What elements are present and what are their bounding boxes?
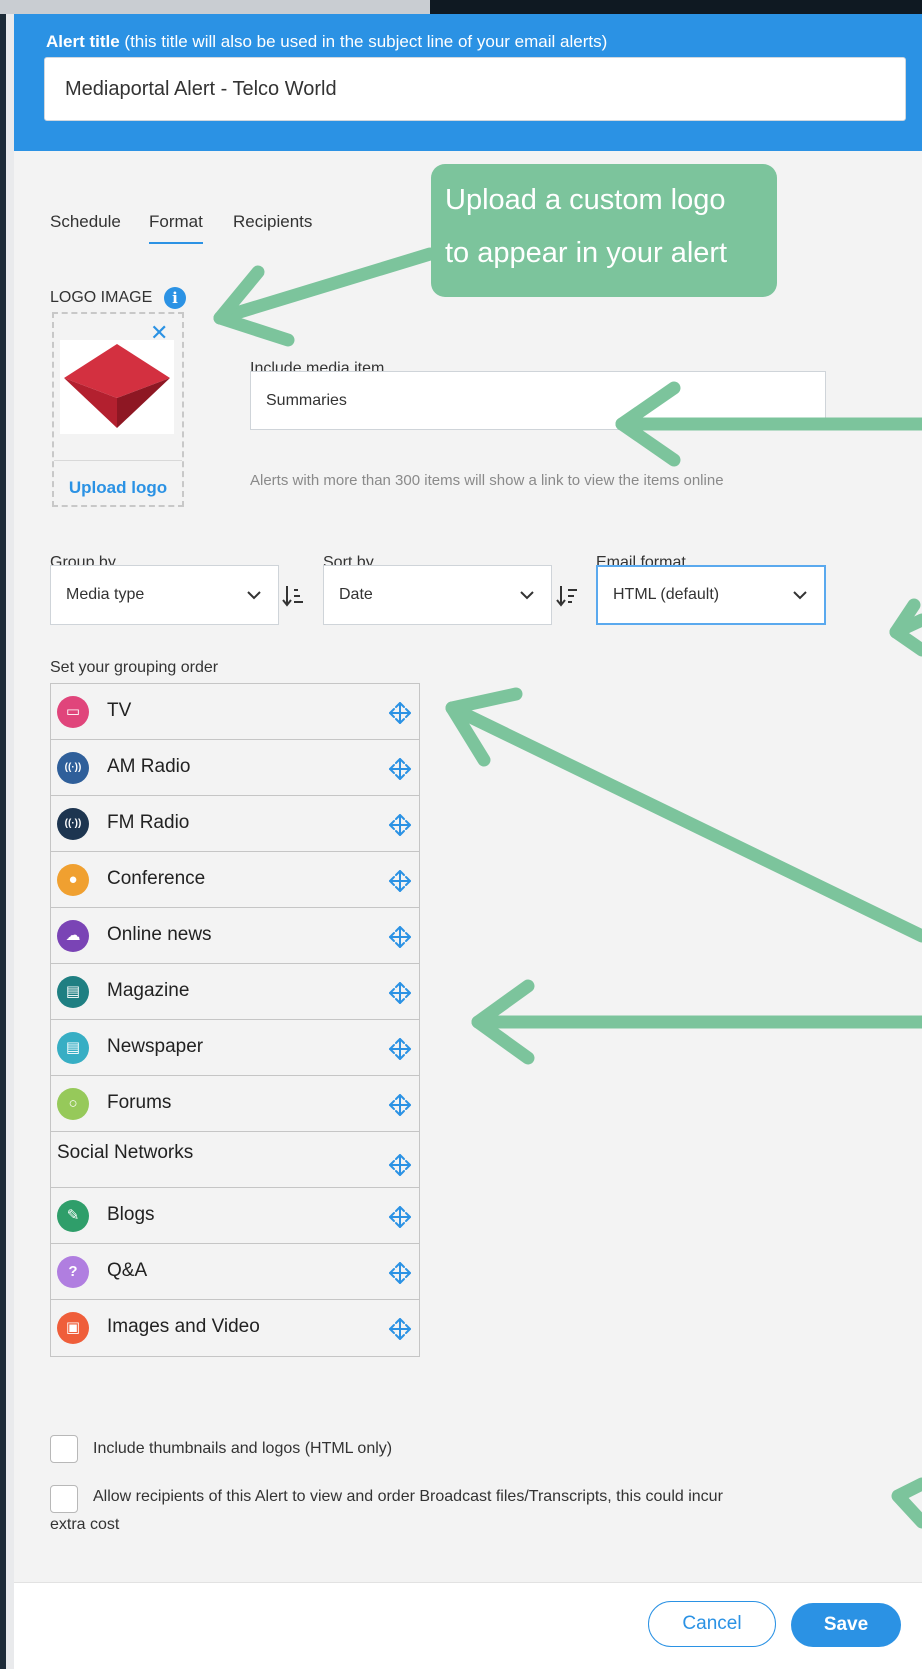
sort-descending-icon[interactable]	[556, 584, 578, 608]
microphone-icon: ●	[57, 864, 89, 896]
drag-handle-icon[interactable]	[387, 1152, 413, 1178]
chevron-down-icon	[247, 591, 261, 600]
grouping-row[interactable]: ▤ Newspaper	[51, 1020, 419, 1076]
drag-handle-icon[interactable]	[387, 1036, 413, 1062]
tab-format[interactable]: Format	[149, 212, 203, 244]
group-by-value: Media type	[66, 586, 145, 603]
drag-handle-icon[interactable]	[387, 756, 413, 782]
tab-schedule[interactable]: Schedule	[50, 212, 121, 232]
cloud-icon: ☁	[57, 920, 89, 952]
grouping-row[interactable]: ((·)) AM Radio	[51, 740, 419, 796]
tab-recipients[interactable]: Recipients	[233, 212, 312, 232]
include-media-value: Summaries	[266, 391, 347, 409]
grouping-row[interactable]: ((·)) FM Radio	[51, 796, 419, 852]
fm-radio-icon: ((·))	[57, 808, 89, 840]
broadcast-label-line2: extra cost	[50, 1516, 120, 1533]
grouping-row-label: Social Networks	[57, 1142, 194, 1163]
group-by-select[interactable]: Media type	[50, 565, 279, 625]
pencil-icon: ✎	[57, 1200, 89, 1232]
grouping-row[interactable]: ● Conference	[51, 852, 419, 908]
logo-preview	[60, 340, 174, 434]
email-format-value: HTML (default)	[613, 586, 720, 603]
grouping-row-label: Forums	[107, 1092, 172, 1113]
am-radio-icon: ((·))	[57, 752, 89, 784]
drag-handle-icon[interactable]	[387, 812, 413, 838]
logo-mark-icon	[64, 344, 170, 428]
sort-by-value: Date	[339, 586, 373, 603]
grouping-row-label: Newspaper	[107, 1036, 204, 1057]
drag-handle-icon[interactable]	[387, 924, 413, 950]
grouping-row-label: FM Radio	[107, 812, 190, 833]
drag-handle-icon[interactable]	[387, 1316, 413, 1342]
email-format-select[interactable]: HTML (default)	[596, 565, 826, 625]
grouping-row[interactable]: ▣ Images and Video	[51, 1300, 419, 1356]
grouping-row[interactable]: ? Q&A	[51, 1244, 419, 1300]
drag-handle-icon[interactable]	[387, 980, 413, 1006]
forum-icon: ○	[57, 1088, 89, 1120]
broadcast-label-line1: Allow recipients of this Alert to view a…	[93, 1488, 723, 1505]
thumbnails-label: Include thumbnails and logos (HTML only)	[93, 1440, 393, 1457]
chevron-down-icon	[520, 591, 534, 600]
thumbnails-checkbox[interactable]	[50, 1435, 78, 1463]
drag-handle-icon[interactable]	[387, 700, 413, 726]
alert-title-label: Alert title (this title will also be use…	[46, 32, 608, 51]
callout-line1: Upload a custom logo	[445, 184, 726, 216]
grouping-row-label: TV	[107, 700, 132, 721]
grouping-row[interactable]: ☁ Online news	[51, 908, 419, 964]
chevron-down-icon	[793, 591, 807, 600]
background-topbar-light	[0, 0, 430, 14]
newspaper-icon: ▤	[57, 1032, 89, 1064]
image-icon: ▣	[57, 1312, 89, 1344]
grouping-row-label: Online news	[107, 924, 212, 945]
drag-handle-icon[interactable]	[387, 868, 413, 894]
broadcast-checkbox[interactable]	[50, 1485, 78, 1513]
dialog-footer	[14, 1582, 922, 1669]
sort-ascending-icon[interactable]	[282, 584, 304, 608]
upload-logo-link[interactable]: Upload logo	[54, 478, 182, 498]
grouping-row[interactable]: ▤ Magazine	[51, 964, 419, 1020]
callout-line2: to appear in your alert	[445, 237, 728, 269]
include-media-hint: Alerts with more than 300 items will sho…	[250, 472, 724, 489]
logo-divider	[54, 460, 182, 461]
grouping-row-label: Q&A	[107, 1260, 148, 1281]
info-icon[interactable]: i	[164, 287, 186, 309]
cancel-button[interactable]: Cancel	[648, 1601, 776, 1647]
magazine-icon: ▤	[57, 976, 89, 1008]
tv-icon: ▭	[57, 696, 89, 728]
drag-handle-icon[interactable]	[387, 1260, 413, 1286]
dialog-header: Alert title (this title will also be use…	[14, 14, 922, 151]
save-button[interactable]: Save	[791, 1603, 901, 1647]
annotation-callout: Upload a custom logo to appear in your a…	[431, 164, 777, 297]
grouping-row-label: AM Radio	[107, 756, 191, 777]
background-left-dark-strip	[0, 14, 6, 1669]
grouping-row-label: Blogs	[107, 1204, 155, 1225]
question-icon: ?	[57, 1256, 89, 1288]
grouping-row-label: Conference	[107, 868, 206, 889]
logo-image-label: LOGO IMAGE	[50, 289, 153, 306]
grouping-order-list: ▭ TV ((·)) AM Radio ((·)) FM Radio ● Conference…	[50, 683, 420, 1357]
sort-by-select[interactable]: Date	[323, 565, 552, 625]
alert-title-input[interactable]	[44, 57, 906, 121]
drag-handle-icon[interactable]	[387, 1204, 413, 1230]
grouping-row-label: Magazine	[107, 980, 190, 1001]
grouping-row[interactable]: Social Networks	[51, 1132, 419, 1188]
grouping-row[interactable]: ✎ Blogs	[51, 1188, 419, 1244]
drag-handle-icon[interactable]	[387, 1092, 413, 1118]
grouping-row[interactable]: ○ Forums	[51, 1076, 419, 1132]
include-media-select[interactable]: Summaries	[250, 371, 826, 430]
grouping-order-label: Set your grouping order	[50, 659, 219, 676]
alert-dialog: Alert title (this title will also be use…	[14, 14, 922, 1669]
grouping-row[interactable]: ▭ TV	[51, 684, 419, 740]
grouping-row-label: Images and Video	[107, 1316, 260, 1337]
